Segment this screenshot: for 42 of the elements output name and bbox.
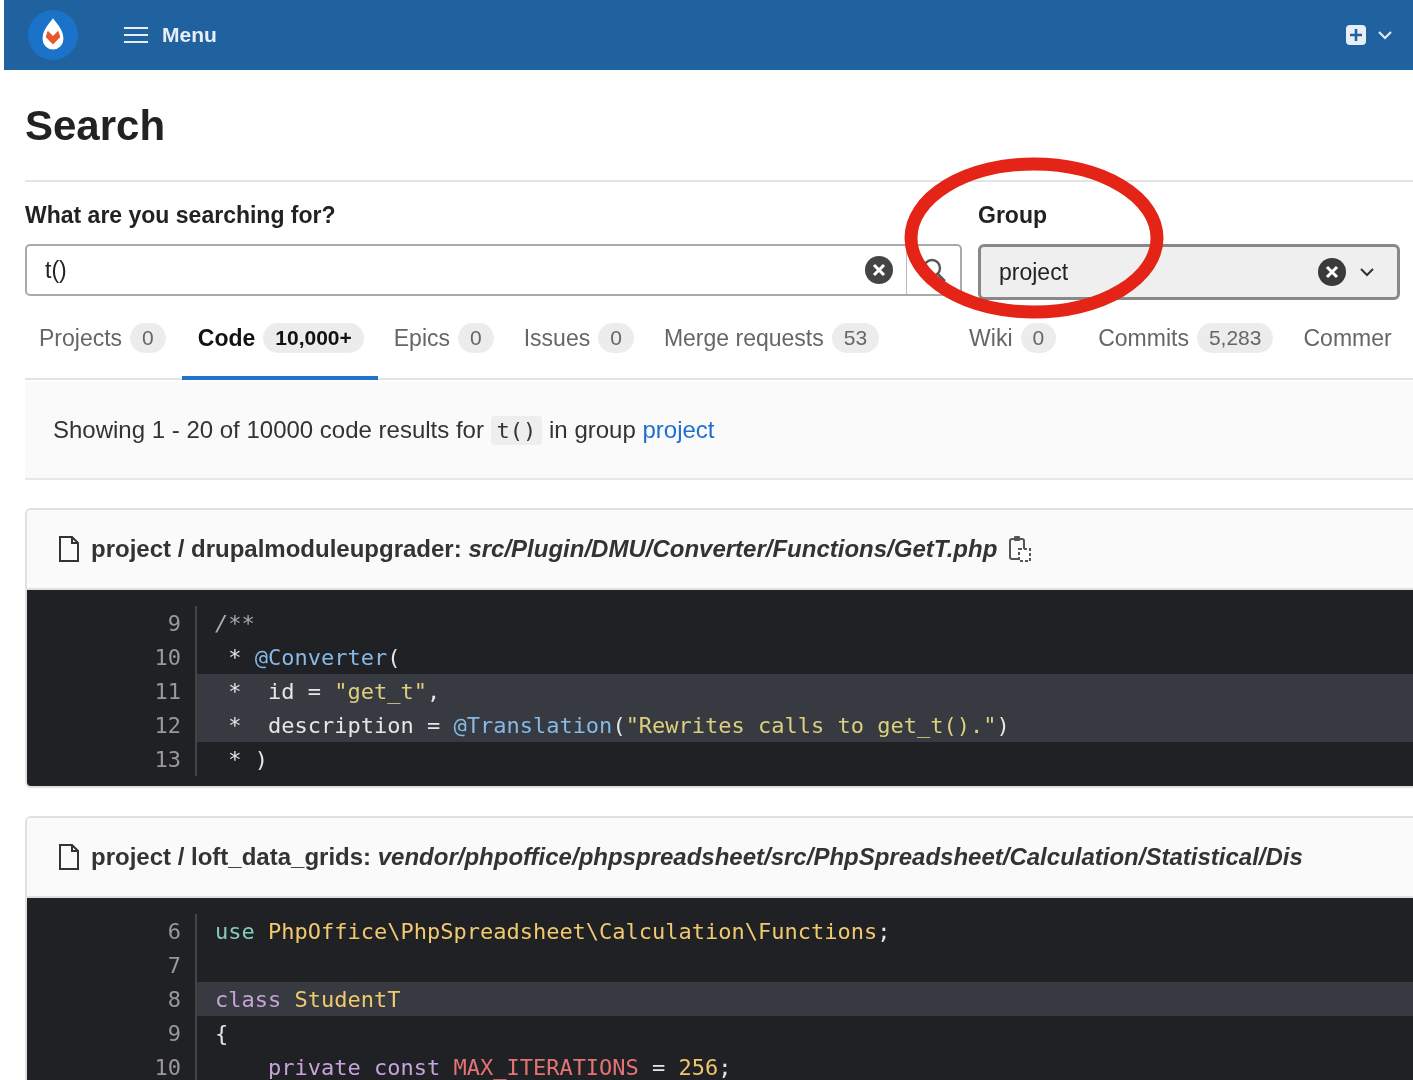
- line-number: 9: [27, 606, 197, 640]
- file-icon: [57, 535, 81, 563]
- logo-icon[interactable]: [28, 10, 78, 60]
- search-tab[interactable]: Issues 0: [507, 300, 648, 380]
- code-line: /**: [215, 610, 255, 636]
- line-number: 10: [27, 640, 197, 674]
- page-title: Search: [25, 101, 167, 151]
- menu-icon: [122, 25, 150, 45]
- results-summary: Showing 1 - 20 of 10000 code results for t() in group project: [53, 416, 715, 444]
- group-link[interactable]: project: [642, 416, 715, 443]
- search-tab[interactable]: Wiki 0: [953, 300, 1071, 380]
- clear-icon[interactable]: [864, 255, 894, 285]
- search-input[interactable]: t(): [27, 255, 864, 285]
- search-tab[interactable]: Commer: [1287, 300, 1406, 380]
- line-number: 7: [27, 948, 197, 982]
- group-label: Group: [978, 201, 1048, 230]
- file-path[interactable]: project / loft_data_grids: vendor/phpoffice/phpspreadsheet/src/PhpSpreadsheet/Calculation/Statistical/Dis: [91, 843, 1303, 871]
- code-line: private const MAX_ITERATIONS = 256;: [266, 1054, 732, 1080]
- search-tab[interactable]: Epics 0: [377, 300, 508, 380]
- search-tab[interactable]: Merge requests 53: [647, 300, 894, 380]
- code-line: * description = @Translation("Rewrites calls to get_t()."): [227, 712, 1010, 738]
- code-line: class StudentT: [215, 986, 401, 1012]
- plus-dropdown-icon: [1345, 24, 1393, 46]
- line-number: 10: [27, 1050, 197, 1080]
- line-number: 13: [27, 742, 197, 776]
- search-label: What are you searching for?: [25, 201, 337, 230]
- code-line: * ): [227, 746, 268, 772]
- copy-icon[interactable]: [1007, 534, 1034, 564]
- search-tab[interactable]: Commits 5,283: [1082, 300, 1288, 380]
- line-number: 6: [27, 914, 197, 948]
- code-line: * id = "get_t",: [227, 678, 441, 704]
- menu-button[interactable]: Menu: [118, 19, 221, 51]
- code-line: * @Converter(: [227, 644, 401, 670]
- code-line: {: [215, 1020, 229, 1046]
- file-icon: [57, 843, 81, 871]
- line-number: 9: [27, 1016, 197, 1050]
- group-dropdown[interactable]: project: [978, 244, 1400, 300]
- search-field[interactable]: t(): [25, 244, 962, 296]
- create-new-button[interactable]: [1345, 24, 1393, 46]
- file-path[interactable]: project / drupalmoduleupgrader: src/Plugin/DMU/Converter/Functions/GetT.php: [91, 535, 998, 563]
- code-line: use PhpOffice\PhpSpreadsheet\Calculation\Functions;: [215, 918, 891, 944]
- search-tab[interactable]: Projects 0: [25, 300, 180, 380]
